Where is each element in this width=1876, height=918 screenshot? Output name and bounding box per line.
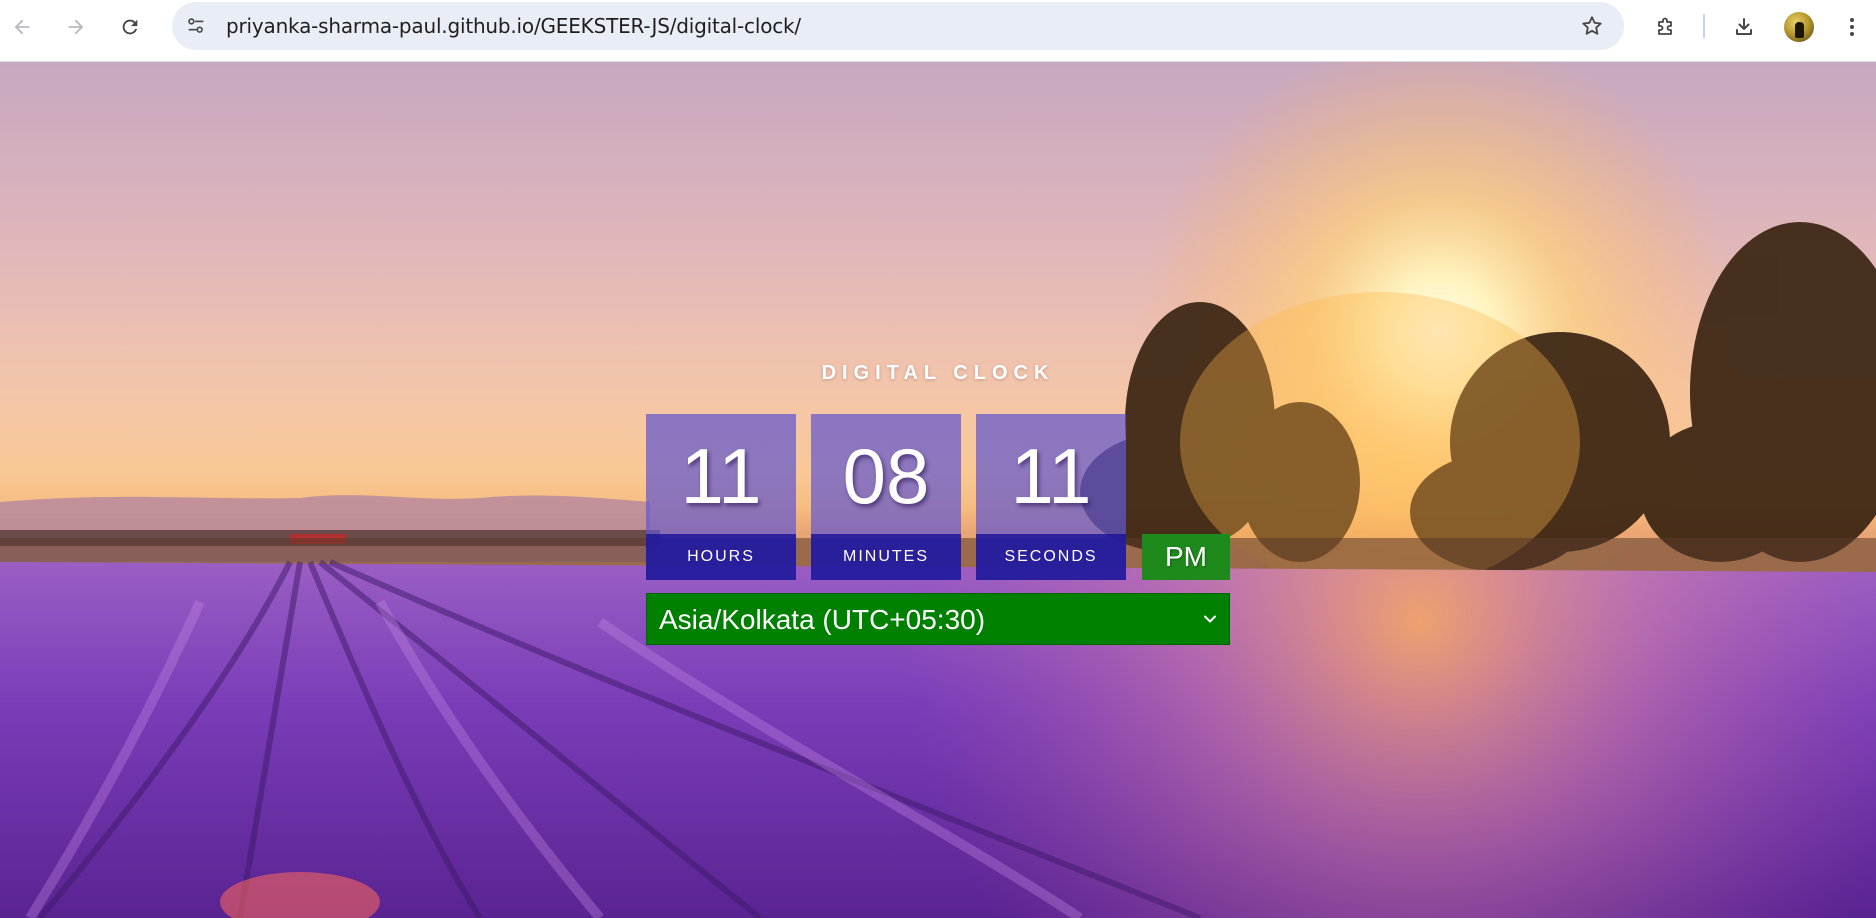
meridiem-badge: PM	[1142, 534, 1230, 580]
seconds-value: 11	[1010, 432, 1092, 520]
reload-button[interactable]	[114, 11, 146, 43]
puzzle-icon	[1658, 17, 1672, 35]
hours-label: HOURS	[646, 534, 796, 580]
forward-button[interactable]	[60, 11, 92, 43]
digital-clock-page: DIGITAL CLOCK 11 HOURS 08 MINUTES 11 SEC…	[0, 62, 1876, 918]
toolbar-separator	[1703, 14, 1705, 38]
star-icon[interactable]	[1580, 14, 1604, 38]
minutes-box: 08 MINUTES	[811, 414, 961, 580]
browser-toolbar: priyanka-sharma-paul.github.io/GEEKSTER-…	[0, 0, 1876, 62]
kebab-menu-icon	[1850, 18, 1854, 36]
chevron-down-icon	[1204, 615, 1216, 623]
arrow-left-icon	[14, 19, 30, 35]
timezone-select[interactable]: Asia/Kolkata (UTC+05:30)	[646, 593, 1230, 645]
profile-avatar[interactable]	[1784, 12, 1814, 42]
hours-box: 11 HOURS	[646, 414, 796, 580]
hours-value: 11	[680, 432, 762, 520]
reload-icon	[122, 19, 138, 35]
back-button[interactable]	[6, 11, 38, 43]
arrow-right-icon	[68, 19, 84, 35]
browser-menu-button[interactable]	[1836, 11, 1868, 43]
minutes-label: MINUTES	[811, 534, 961, 580]
minutes-value: 08	[842, 432, 930, 520]
address-bar[interactable]: priyanka-sharma-paul.github.io/GEEKSTER-…	[172, 2, 1624, 50]
tune-icon	[188, 18, 204, 33]
url-text[interactable]: priyanka-sharma-paul.github.io/GEEKSTER-…	[226, 2, 801, 50]
seconds-label: SECONDS	[976, 534, 1126, 580]
clock-title: DIGITAL CLOCK	[821, 362, 1055, 384]
extensions-button[interactable]	[1650, 11, 1682, 43]
seconds-box: 11 SECONDS	[976, 414, 1126, 580]
download-icon	[1736, 18, 1752, 35]
timezone-selected-value: Asia/Kolkata (UTC+05:30)	[659, 604, 986, 635]
downloads-button[interactable]	[1728, 11, 1760, 43]
site-info-button[interactable]	[180, 10, 212, 42]
